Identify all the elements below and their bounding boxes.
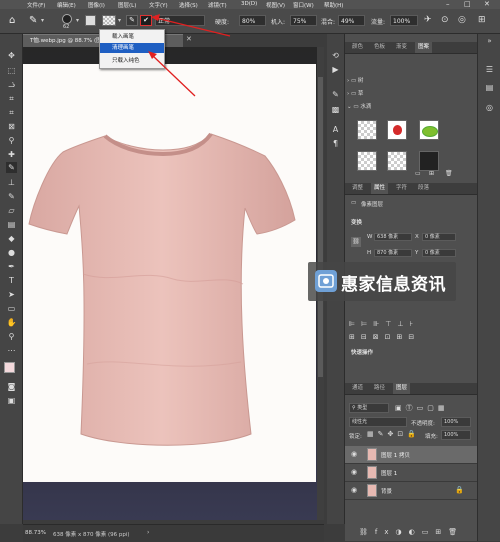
width-field[interactable]: 638 像素 (374, 233, 412, 241)
filter-icons[interactable]: ▣Ⓣ▭▢▦ (395, 403, 448, 413)
libraries-icon[interactable]: ▤ (484, 82, 495, 93)
color-panel-tabs: 颜色 色板 渐变 图案 (345, 42, 477, 54)
layer-opacity-label: 不透明度: (411, 421, 435, 427)
fill-label: 填充: (425, 434, 438, 440)
actions-icon[interactable]: ▶ (330, 64, 341, 75)
new-pattern-icon[interactable]: ⊞ (429, 170, 434, 177)
properties-panel-tabs: 调整 属性 字符 段落 (345, 183, 477, 195)
layer-footer-icons[interactable]: ⛓fx◑◐▭⊞🗑 (359, 528, 464, 536)
new-folder-icon[interactable]: ▭ (415, 170, 421, 177)
w-label: W (367, 234, 373, 240)
tab-layers[interactable]: 图层 (393, 383, 411, 394)
tab-swatches[interactable]: 色板 (371, 42, 388, 53)
layer-row-1[interactable]: ◉ 图层 1 (345, 464, 477, 482)
h-label: H (367, 250, 372, 256)
layer-blend-mode[interactable]: 线性光 (349, 417, 407, 427)
height-field[interactable]: 870 像素 (374, 249, 412, 257)
layer-name[interactable]: 图层 1 拷贝 (381, 451, 410, 459)
layer-thumbnail (367, 466, 377, 479)
fill-field[interactable]: 100% (441, 430, 471, 440)
watermark-logo-icon (315, 270, 337, 292)
pattern-group-tree[interactable]: › ▭ 树 (347, 76, 473, 86)
pattern-thumb-5[interactable] (387, 151, 407, 171)
tab-paragraph[interactable]: 段落 (415, 183, 432, 194)
paragraph-icon[interactable]: ¶ (330, 138, 341, 149)
tab-adjustments[interactable]: 调整 (349, 183, 366, 194)
tab-patterns[interactable]: 图案 (415, 42, 433, 53)
layer-name[interactable]: 图层 1 (381, 469, 397, 477)
folder-arrow-icon: › ▭ (347, 78, 358, 84)
brush-settings-panel-icon[interactable]: ✎ (330, 89, 341, 100)
quick-actions-heading: 快速操作 (351, 350, 374, 356)
properties-subtitle: 像素图层 (361, 202, 384, 208)
align-icons[interactable]: ⊫⊨⊪⊤⊥⊦ (349, 320, 419, 328)
layer-kind-filter[interactable]: ⚲ 类型 (349, 403, 389, 413)
layer-row-background[interactable]: ◉ 背景 🔒 (345, 482, 477, 500)
pixel-layer-icon: ▭ (351, 200, 357, 206)
layer-thumbnail (367, 484, 377, 497)
y-label: Y (415, 250, 419, 256)
pattern-thumb-strawberry[interactable] (387, 120, 407, 140)
learn-icon[interactable]: ☰ (484, 64, 495, 75)
channels-icon[interactable]: ◎ (484, 102, 495, 113)
lock-icon: 🔒 (455, 486, 464, 494)
tab-properties[interactable]: 属性 (371, 183, 389, 194)
pattern-group-grass[interactable]: › ▭ 草 (347, 89, 473, 99)
arrow-line-bottom (151, 54, 196, 97)
watermark: 惠家信息资讯 (308, 262, 456, 301)
pattern-thumb-1[interactable] (357, 120, 377, 140)
visibility-eye-icon[interactable]: ◉ (351, 468, 357, 476)
pattern-thumb-4[interactable] (357, 151, 377, 171)
layer-thumbnail (367, 448, 377, 461)
brushes-panel-icon[interactable]: ▩ (330, 104, 341, 115)
layers-panel-tabs: 通道 路径 图层 (345, 383, 477, 395)
character-icon[interactable]: A (330, 124, 341, 135)
lock-icons[interactable]: ▦✎✥⊡🔒 (367, 430, 420, 438)
folder-arrow-icon: › ▭ (347, 91, 358, 97)
link-dimensions-icon[interactable]: ⛓ (351, 237, 361, 247)
visibility-eye-icon[interactable]: ◉ (351, 450, 357, 458)
delete-pattern-icon[interactable]: 🗑 (445, 170, 453, 177)
arrow-head-top (151, 14, 160, 21)
history-icon[interactable]: ⟲ (330, 50, 341, 61)
arrow-line-top (155, 17, 231, 37)
lock-label: 锁定: (349, 434, 362, 440)
x-label: X (415, 234, 419, 240)
layer-opacity-field[interactable]: 100% (441, 417, 471, 427)
tab-channels[interactable]: 通道 (349, 383, 366, 394)
layer-name[interactable]: 背景 (381, 487, 392, 495)
transform-heading: 变换 (351, 220, 363, 226)
folder-arrow-icon: ⌄ ▭ (347, 104, 361, 110)
x-field[interactable]: 0 像素 (422, 233, 456, 241)
visibility-eye-icon[interactable]: ◉ (351, 486, 357, 494)
tab-color[interactable]: 颜色 (349, 42, 366, 53)
pattern-thumb-6[interactable] (419, 151, 439, 171)
collapsed-panel-strip: » ☰ ▤ ◎ (477, 34, 500, 541)
layer-row-copy[interactable]: ◉ 图层 1 拷贝 (345, 446, 477, 464)
distribute-icons[interactable]: ⊞⊟⊠⊡⊞⊟ (349, 333, 420, 341)
pattern-group-water[interactable]: ⌄ ▭ 水滴 (347, 102, 473, 112)
collapse-panels-icon[interactable]: » (484, 36, 495, 47)
watermark-text: 惠家信息资讯 (341, 275, 446, 295)
tab-paths[interactable]: 路径 (371, 383, 388, 394)
pattern-thumb-kiwi[interactable] (419, 120, 439, 140)
y-field[interactable]: 0 像素 (422, 249, 456, 257)
tab-gradients[interactable]: 渐变 (393, 42, 410, 53)
tab-character[interactable]: 字符 (393, 183, 410, 194)
